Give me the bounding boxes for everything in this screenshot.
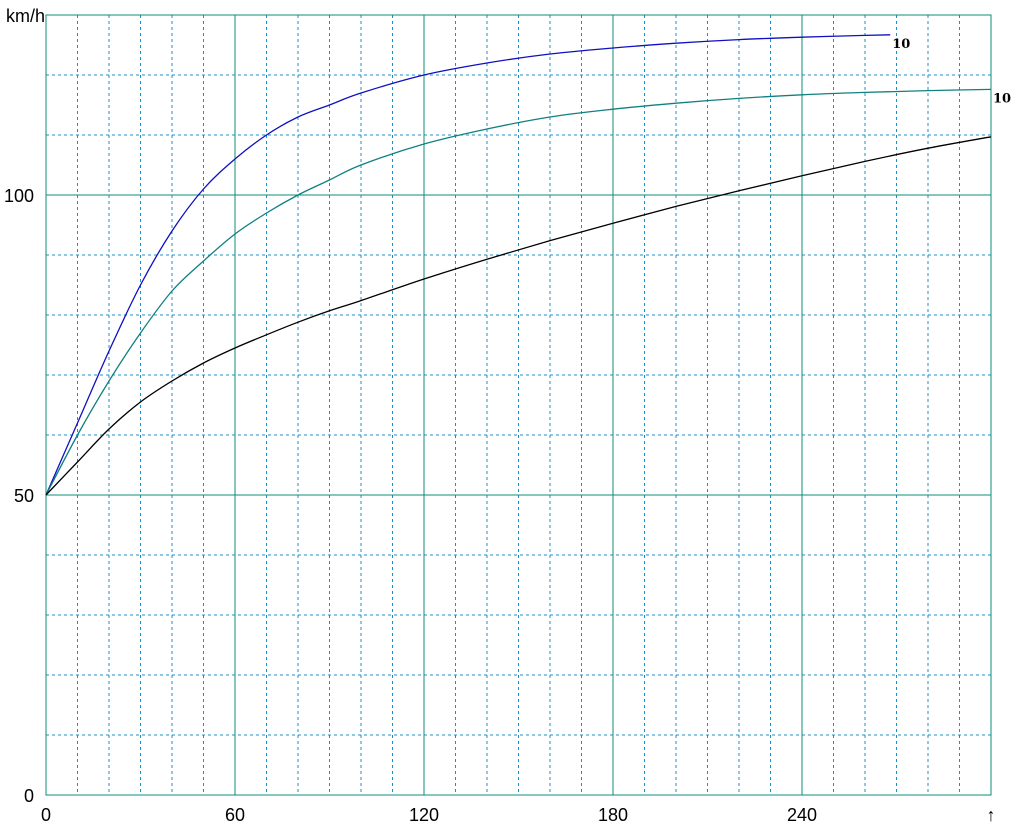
speed-time-chart: km/h 10100 60 120 180 240050100↑ [4, 6, 1011, 823]
x-tick-label: 240 [787, 805, 817, 823]
y-axis-unit-label: km/h [6, 6, 45, 26]
y-tick-label: 50 [14, 486, 34, 506]
labels-layer: km/h 10100 60 120 180 240050100↑ [4, 6, 1011, 823]
y-tick-label: 100 [4, 186, 34, 206]
x-tick-label: 120 [409, 805, 439, 823]
y-tick-label: 0 [24, 786, 34, 806]
series-end-label-1: 10 [892, 37, 910, 52]
x-axis-end-marker: ↑ [987, 805, 996, 823]
minor-grid [46, 14, 991, 795]
x-tick-label: 0 [41, 805, 51, 823]
series-end-label-2: 10 [993, 91, 1011, 106]
x-tick-label: 180 [598, 805, 628, 823]
x-tick-label: 60 [225, 805, 245, 823]
